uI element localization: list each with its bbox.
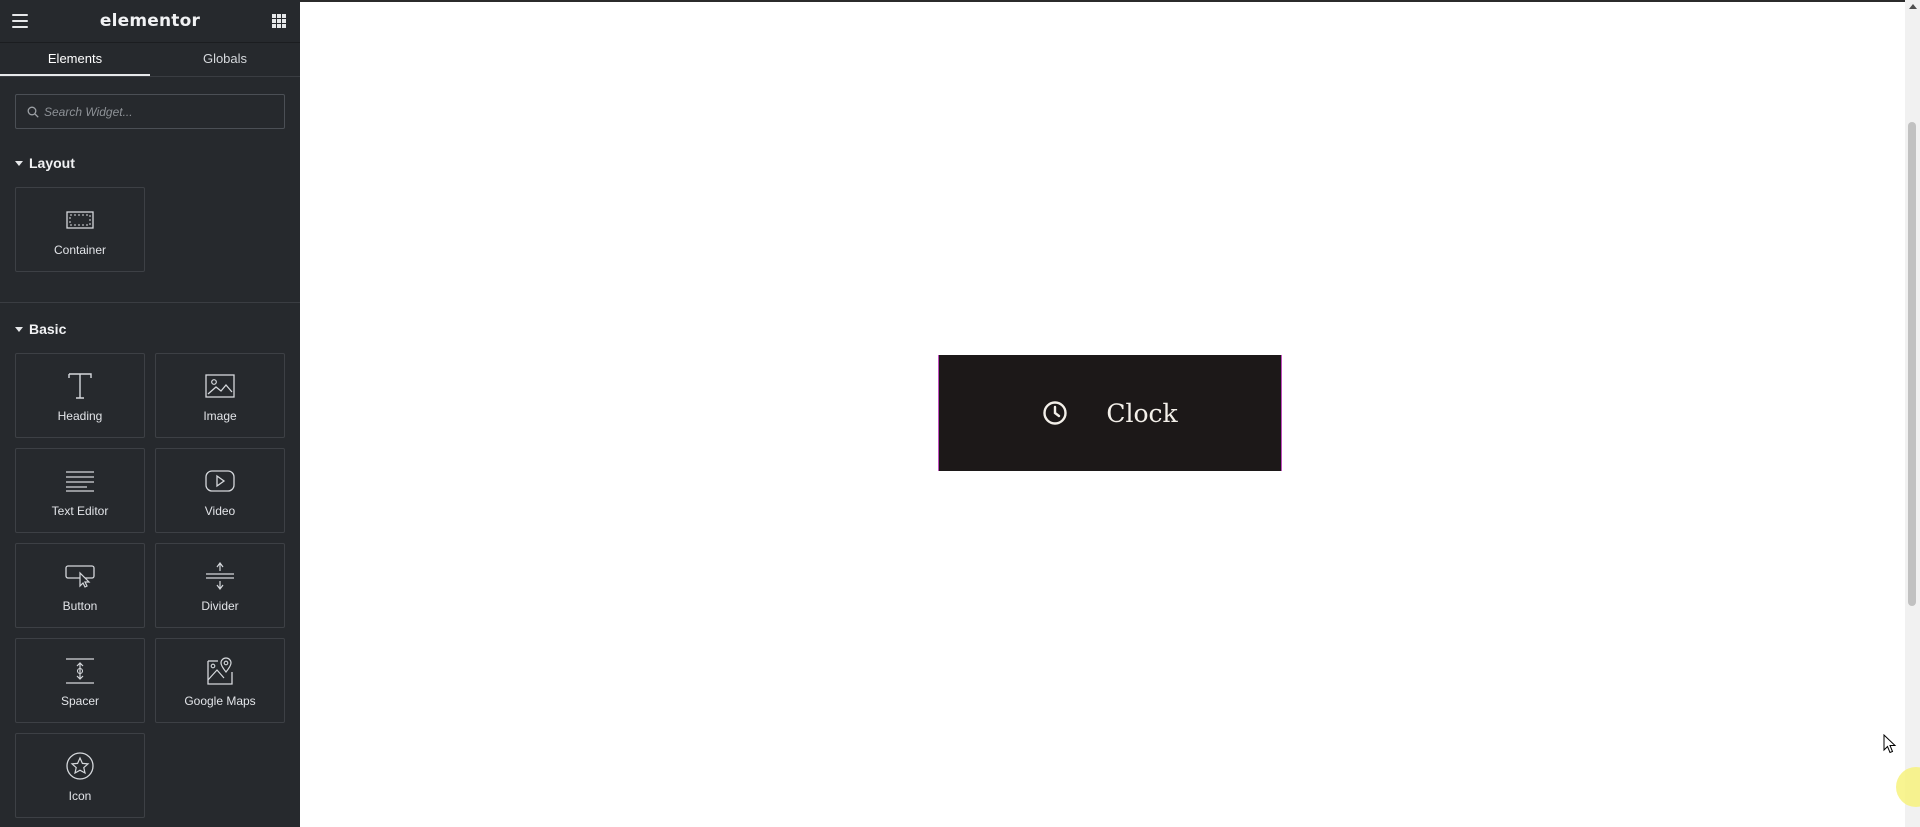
section-basic-title: Basic	[29, 321, 67, 337]
search-widget-input[interactable]	[16, 95, 284, 128]
widget-spacer[interactable]: Spacer	[15, 638, 145, 723]
section-layout-toggle[interactable]: Layout	[0, 149, 300, 177]
spacer-icon	[66, 658, 94, 684]
widget-label: Video	[204, 504, 236, 518]
panel-tabs: Elements Globals	[0, 43, 300, 77]
widget-button[interactable]: Button	[15, 543, 145, 628]
section-layout-title: Layout	[29, 155, 75, 171]
clock-icon	[1043, 401, 1068, 425]
elementor-logo: elementor	[99, 11, 201, 31]
widget-label: Icon	[68, 789, 92, 803]
editor-canvas: Clock	[300, 0, 1905, 827]
widget-heading[interactable]: Heading	[15, 353, 145, 438]
search-container	[0, 77, 300, 139]
google-maps-icon	[207, 657, 233, 685]
widget-icon[interactable]: Icon	[15, 733, 145, 818]
elements-panel: elementor Elements Globals Layout	[0, 0, 300, 827]
widget-label: Container	[53, 243, 107, 257]
tab-globals[interactable]: Globals	[150, 43, 300, 76]
basic-widgets: Heading Image Text Editor Video Button D…	[0, 343, 300, 827]
image-icon	[205, 374, 235, 398]
vertical-scrollbar[interactable]	[1905, 0, 1920, 827]
clock-button-label: Clock	[1106, 398, 1178, 428]
heading-icon	[68, 373, 92, 399]
widget-label: Heading	[57, 409, 103, 423]
widget-google-maps[interactable]: Google Maps	[155, 638, 285, 723]
widget-label: Image	[203, 409, 237, 423]
mouse-pointer-icon	[1883, 734, 1897, 754]
clock-button-widget[interactable]: Clock	[938, 355, 1282, 471]
search-box	[15, 94, 285, 129]
widget-label: Google Maps	[184, 694, 256, 708]
layout-widgets: Container	[0, 177, 300, 282]
star-icon	[66, 752, 94, 780]
widget-label: Divider	[201, 599, 239, 613]
widget-text-editor[interactable]: Text Editor	[15, 448, 145, 533]
scrollbar-thumb[interactable]	[1908, 122, 1916, 606]
text-editor-icon	[66, 471, 94, 492]
video-icon	[205, 470, 235, 492]
section-basic-toggle[interactable]: Basic	[0, 315, 300, 343]
panel-header: elementor	[0, 0, 300, 43]
widget-label: Button	[62, 599, 98, 613]
section-divider	[0, 302, 300, 303]
apps-grid-icon[interactable]	[272, 14, 286, 28]
widget-divider[interactable]: Divider	[155, 543, 285, 628]
widget-label: Text Editor	[51, 504, 109, 518]
caret-down-icon	[15, 326, 23, 332]
button-icon	[65, 565, 95, 588]
search-icon	[27, 106, 39, 118]
widget-image[interactable]: Image	[155, 353, 285, 438]
caret-down-icon	[15, 160, 23, 166]
divider-icon	[206, 562, 234, 590]
scroll-up-arrow-icon[interactable]	[1909, 4, 1917, 9]
container-icon	[66, 211, 94, 229]
menu-icon[interactable]	[12, 14, 28, 28]
elementor-editor: elementor Elements Globals Layout	[0, 0, 1920, 827]
widget-label: Spacer	[60, 694, 100, 708]
widget-container[interactable]: Container	[15, 187, 145, 272]
tab-elements[interactable]: Elements	[0, 43, 150, 76]
widget-video[interactable]: Video	[155, 448, 285, 533]
